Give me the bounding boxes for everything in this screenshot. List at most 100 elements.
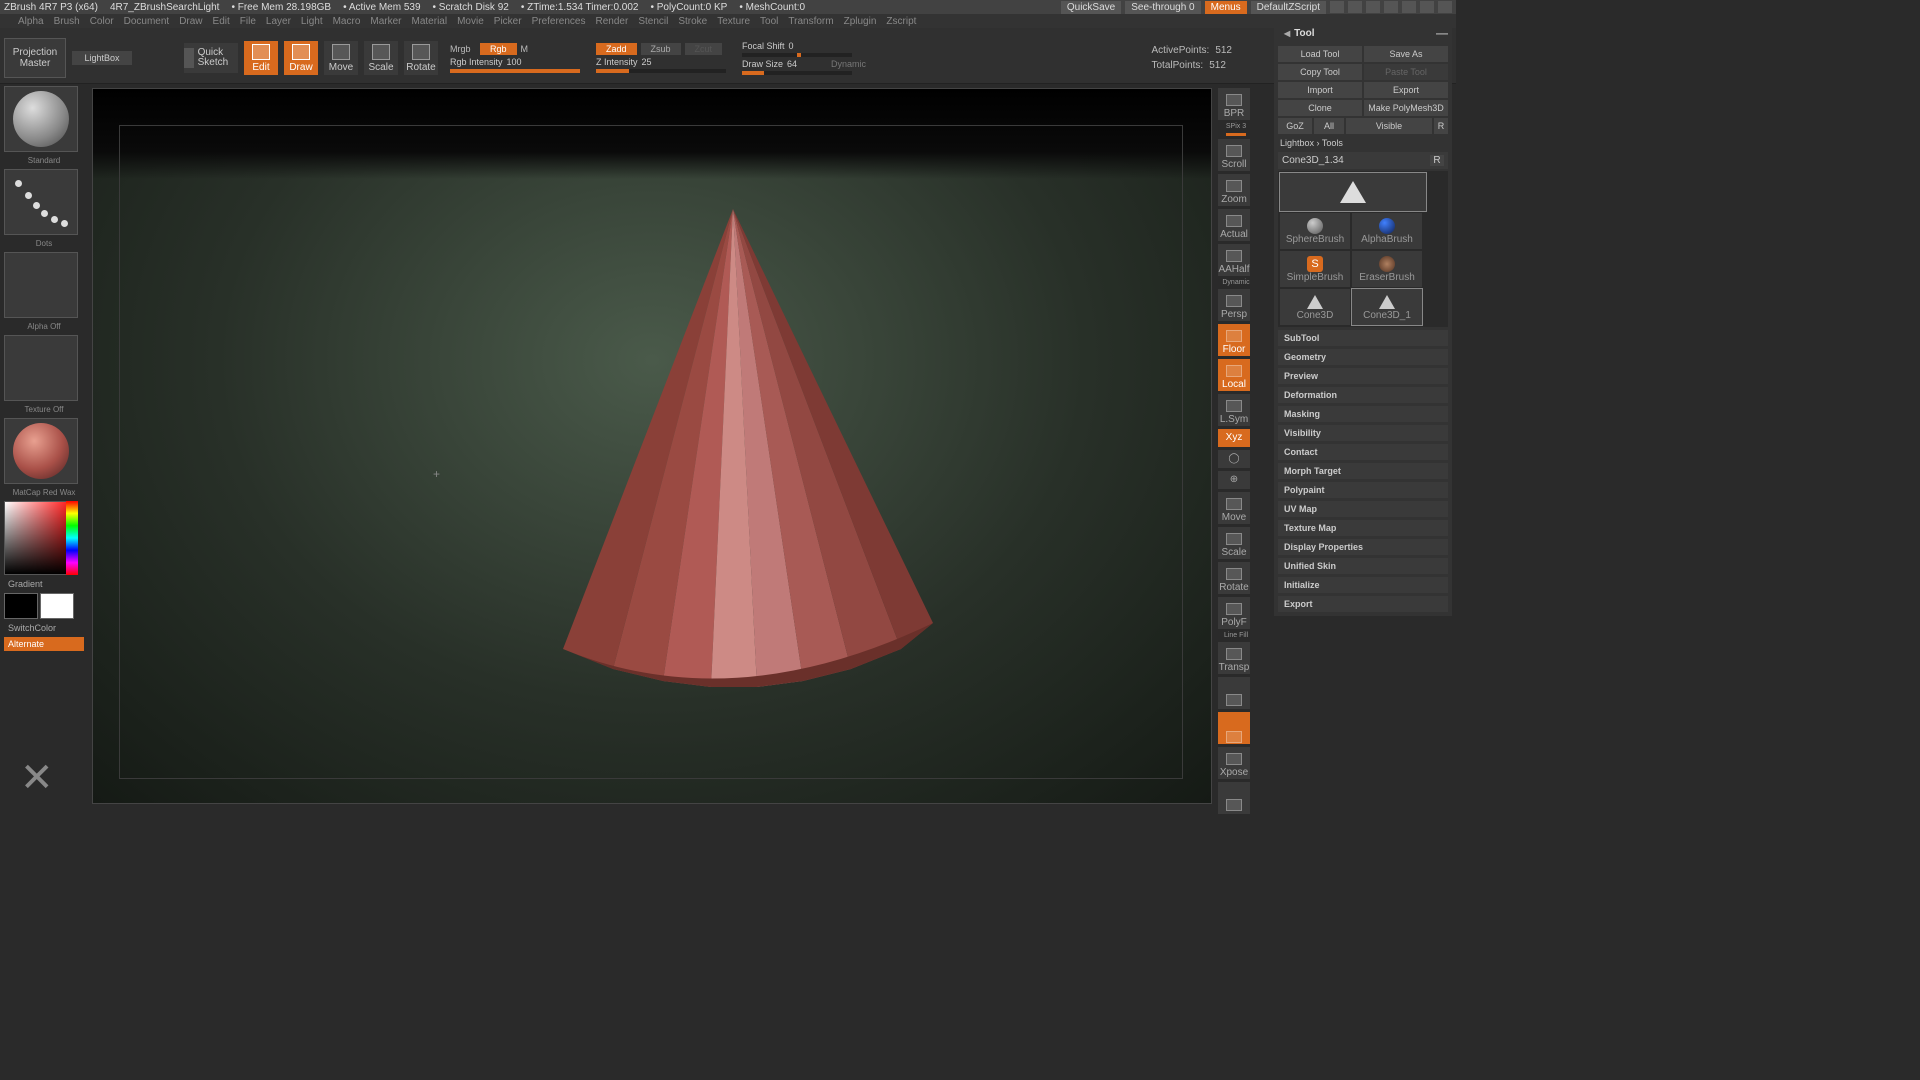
- section-morphtarget[interactable]: Morph Target: [1278, 463, 1448, 479]
- menus-toggle[interactable]: Menus: [1205, 1, 1247, 14]
- scroll-button[interactable]: Scroll: [1218, 139, 1250, 171]
- draw-size-slider[interactable]: [742, 71, 852, 75]
- menu-item[interactable]: Marker: [370, 16, 401, 27]
- menu-item[interactable]: Light: [301, 16, 323, 27]
- spix-slider[interactable]: [1226, 133, 1246, 136]
- zoom-button[interactable]: Zoom: [1218, 174, 1250, 206]
- material-selector[interactable]: [4, 418, 78, 484]
- menu-item[interactable]: Macro: [333, 16, 361, 27]
- move-view-button[interactable]: Scale: [1218, 527, 1250, 559]
- viewport[interactable]: +: [92, 88, 1212, 804]
- xpose-button[interactable]: [1218, 782, 1250, 814]
- lightbox-button[interactable]: LightBox: [72, 51, 132, 65]
- stroke-selector[interactable]: [4, 169, 78, 235]
- quicksave-button[interactable]: QuickSave: [1061, 1, 1121, 14]
- alpha-selector[interactable]: [4, 252, 78, 318]
- xyz-button[interactable]: Xyz: [1218, 429, 1250, 447]
- section-export[interactable]: Export: [1278, 596, 1448, 612]
- local-button[interactable]: Local: [1218, 359, 1250, 391]
- menu-item[interactable]: Brush: [54, 16, 80, 27]
- draw-mode-button[interactable]: Draw: [284, 41, 318, 75]
- transp-button[interactable]: [1218, 677, 1250, 709]
- collapse-icon[interactable]: ◀: [1284, 29, 1290, 38]
- brush-selector[interactable]: [4, 86, 78, 152]
- focal-shift-slider[interactable]: [742, 53, 852, 57]
- rgb-intensity-slider[interactable]: [450, 69, 580, 73]
- menu-item[interactable]: Material: [412, 16, 448, 27]
- section-texturemap[interactable]: Texture Map: [1278, 520, 1448, 536]
- section-visibility[interactable]: Visibility: [1278, 425, 1448, 441]
- rgb-button[interactable]: Rgb: [480, 43, 517, 55]
- alternate-button[interactable]: Alternate: [4, 637, 84, 651]
- texture-selector[interactable]: [4, 335, 78, 401]
- section-masking[interactable]: Masking: [1278, 406, 1448, 422]
- menu-item[interactable]: Zscript: [886, 16, 916, 27]
- lsym-button[interactable]: L.Sym: [1218, 394, 1250, 426]
- menu-item[interactable]: File: [240, 16, 256, 27]
- goz-r-button[interactable]: R: [1434, 118, 1448, 134]
- menu-item[interactable]: Document: [124, 16, 170, 27]
- menu-item[interactable]: Zplugin: [844, 16, 877, 27]
- load-tool-button[interactable]: Load Tool: [1278, 46, 1362, 62]
- section-displayprops[interactable]: Display Properties: [1278, 539, 1448, 555]
- menu-item[interactable]: Layer: [266, 16, 291, 27]
- menu-item[interactable]: Texture: [717, 16, 750, 27]
- switchcolor-button[interactable]: SwitchColor: [4, 621, 84, 635]
- save-as-button[interactable]: Save As: [1364, 46, 1448, 62]
- menu-item[interactable]: Color: [90, 16, 114, 27]
- layout-icon[interactable]: [1366, 1, 1380, 13]
- goz-all-button[interactable]: All: [1314, 118, 1344, 134]
- zadd-button[interactable]: Zadd: [596, 43, 637, 55]
- section-geometry[interactable]: Geometry: [1278, 349, 1448, 365]
- quicksketch-button[interactable]: Quick Sketch: [184, 43, 238, 73]
- rotate-mode-button[interactable]: Rotate: [404, 41, 438, 75]
- move-mode-button[interactable]: Move: [324, 41, 358, 75]
- section-preview[interactable]: Preview: [1278, 368, 1448, 384]
- current-tool-name[interactable]: Cone3D_1.34: [1282, 155, 1344, 166]
- scale-view-button[interactable]: Rotate: [1218, 562, 1250, 594]
- paste-tool-button[interactable]: Paste Tool: [1364, 64, 1448, 80]
- secondary-color[interactable]: [4, 593, 38, 619]
- layout-icon[interactable]: [1384, 1, 1398, 13]
- layout-icon[interactable]: [1330, 1, 1344, 13]
- make-polymesh-button[interactable]: Make PolyMesh3D: [1364, 100, 1448, 116]
- dynamic-label[interactable]: Dynamic: [831, 59, 866, 69]
- menu-item[interactable]: Picker: [494, 16, 522, 27]
- tool-thumb[interactable]: AlphaBrush: [1352, 213, 1422, 249]
- menu-item[interactable]: Movie: [457, 16, 484, 27]
- menu-item[interactable]: Alpha: [18, 16, 44, 27]
- gradient-toggle[interactable]: Gradient: [4, 577, 84, 591]
- section-subtool[interactable]: SubTool: [1278, 330, 1448, 346]
- section-polypaint[interactable]: Polypaint: [1278, 482, 1448, 498]
- spix-label[interactable]: SPix 3: [1218, 123, 1254, 130]
- zcut-button[interactable]: Zcut: [685, 43, 723, 55]
- maximize-button[interactable]: [1420, 1, 1434, 13]
- import-button[interactable]: Import: [1278, 82, 1362, 98]
- section-uvmap[interactable]: UV Map: [1278, 501, 1448, 517]
- persp-button[interactable]: Persp: [1218, 289, 1250, 321]
- hue-strip[interactable]: [66, 501, 78, 575]
- tool-thumb[interactable]: EraserBrush: [1352, 251, 1422, 287]
- clone-button[interactable]: Clone: [1278, 100, 1362, 116]
- goz-visible-button[interactable]: Visible: [1346, 118, 1432, 134]
- z-intensity-slider[interactable]: [596, 69, 726, 73]
- floor-button[interactable]: Floor: [1218, 324, 1250, 356]
- layout-icon[interactable]: [1348, 1, 1362, 13]
- bpr-button[interactable]: BPR: [1218, 88, 1250, 120]
- rotate-view-button[interactable]: PolyF: [1218, 597, 1250, 629]
- tool-thumb-active[interactable]: [1280, 173, 1426, 211]
- menu-item[interactable]: Stencil: [638, 16, 668, 27]
- menu-item[interactable]: Edit: [213, 16, 230, 27]
- actual-button[interactable]: Actual: [1218, 209, 1250, 241]
- menu-item[interactable]: Preferences: [532, 16, 586, 27]
- tool-r-button[interactable]: R: [1430, 155, 1444, 166]
- edit-mode-button[interactable]: Edit: [244, 41, 278, 75]
- menu-item[interactable]: Transform: [788, 16, 833, 27]
- section-contact[interactable]: Contact: [1278, 444, 1448, 460]
- tool-thumb[interactable]: SSimpleBrush: [1280, 251, 1350, 287]
- section-unifiedskin[interactable]: Unified Skin: [1278, 558, 1448, 574]
- zsub-button[interactable]: Zsub: [641, 43, 681, 55]
- ghost-button[interactable]: [1218, 712, 1250, 744]
- close-button[interactable]: [1438, 1, 1452, 13]
- m-button[interactable]: M: [521, 44, 535, 54]
